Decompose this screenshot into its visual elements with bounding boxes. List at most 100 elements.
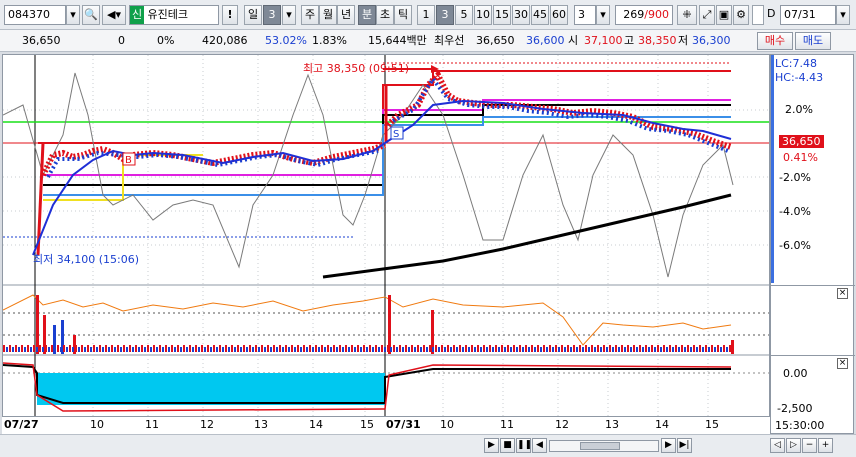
change-percent: 0% <box>157 34 175 47</box>
minute-3-button[interactable]: 3 <box>436 5 454 25</box>
trade-amount: 15,644백만 <box>368 34 427 47</box>
date-input[interactable]: 07/31 <box>780 5 836 25</box>
zoom-plus-icon[interactable]: + <box>818 438 833 453</box>
sell-button[interactable]: 매도 <box>795 32 831 50</box>
date-checkbox[interactable] <box>752 5 764 25</box>
hour-label: 10 <box>440 418 454 431</box>
stock-name: 유진테크 <box>147 8 188 21</box>
period-day-button[interactable]: 일 <box>244 5 262 25</box>
period-dropdown-icon[interactable]: ▾ <box>282 5 296 25</box>
period-number-button[interactable]: 3 <box>263 5 281 25</box>
volume-ratio: 53.02% <box>265 34 307 47</box>
hour-label: 14 <box>309 418 323 431</box>
period-tick-button[interactable]: 틱 <box>394 5 412 25</box>
volume-pane-grid <box>3 312 769 336</box>
sound-icon[interactable]: ◀▾ <box>102 5 126 25</box>
best-bid: 36,600 <box>526 34 565 47</box>
stock-code-input[interactable]: 084370 <box>4 5 66 25</box>
hour-label: 11 <box>500 418 514 431</box>
market-badge: 신 <box>130 6 144 24</box>
count-input[interactable]: 269/900 <box>615 5 673 25</box>
pct-label-neg2: -2.0% <box>779 171 811 184</box>
interval-input[interactable]: 3 <box>574 5 596 25</box>
stop-icon[interactable]: ■ <box>500 438 515 453</box>
stock-code-value: 084370 <box>8 8 50 21</box>
hour-label: 10 <box>90 418 104 431</box>
scroll-thumb[interactable] <box>580 442 620 450</box>
minute-5-button[interactable]: 5 <box>455 5 473 25</box>
low-label: 저 <box>678 34 689 47</box>
best-label: 최우선 <box>434 34 465 47</box>
hour-label: 15 <box>705 418 719 431</box>
period-year-button[interactable]: 년 <box>337 5 355 25</box>
axis-divider-1 <box>771 285 855 286</box>
play-icon[interactable]: ▶ <box>484 438 499 453</box>
pct-label-neg4: -4.0% <box>779 205 811 218</box>
period-week-button[interactable]: 주 <box>301 5 319 25</box>
scroll-left-icon[interactable]: ◀ <box>532 438 547 453</box>
alert-button[interactable]: ! <box>222 5 238 25</box>
open-price: 37,100 <box>584 34 623 47</box>
current-price-tag: 36,650 <box>779 135 824 148</box>
minute-60-button[interactable]: 60 <box>550 5 568 25</box>
hour-label: 13 <box>605 418 619 431</box>
interval-dropdown-icon[interactable]: ▾ <box>596 5 610 25</box>
scroll-end-icon[interactable]: ▶| <box>677 438 692 453</box>
current-pct-label: 0.41% <box>783 151 818 164</box>
minute-15-button[interactable]: 15 <box>493 5 511 25</box>
zoom-in-icon[interactable]: ▷ <box>786 438 801 453</box>
minute-10-button[interactable]: 10 <box>474 5 492 25</box>
scroll-right-icon[interactable]: ▶ <box>661 438 676 453</box>
chart-controls: ▶ ■ ❚❚ ◀ ▶ ▶| ◁ ▷ − + <box>0 434 856 457</box>
change: 0 <box>118 34 125 47</box>
minute-1-button[interactable]: 1 <box>417 5 435 25</box>
sell-signal-label: S <box>393 129 399 140</box>
time-axis: 07/27 10 11 12 13 14 15 07/31 10 11 12 1… <box>2 416 770 434</box>
lc-label: LC:7.48 <box>775 57 818 70</box>
hc-label: HC:-4.43 <box>775 71 824 84</box>
buy-button[interactable]: 매수 <box>757 32 793 50</box>
close-pane-icon-2[interactable]: × <box>837 358 848 369</box>
volume: 420,086 <box>202 34 248 47</box>
turnover: 1.83% <box>312 34 347 47</box>
quote-bar: 36,650 0 0% 420,086 53.02% 1.83% 15,644백… <box>0 30 856 52</box>
open-label: 시 <box>568 34 579 47</box>
pause-icon[interactable]: ❚❚ <box>516 438 532 453</box>
zoom-icon[interactable]: ⤢ <box>699 5 715 25</box>
save-icon[interactable]: ▣ <box>716 5 732 25</box>
osc-label-neg2500: -2,500 <box>777 402 813 415</box>
date-label-0727: 07/27 <box>4 418 39 431</box>
pct-label-neg6: -6.0% <box>779 239 811 252</box>
zoom-out-icon[interactable]: ◁ <box>770 438 785 453</box>
period-minute-button[interactable]: 분 <box>358 5 376 25</box>
stock-name-field[interactable]: 신 유진테크 <box>129 5 219 25</box>
long-ma-line <box>322 193 732 279</box>
volume-bars <box>3 295 734 354</box>
pct-label-2: 2.0% <box>785 103 813 116</box>
date-label-0731: 07/31 <box>386 418 421 431</box>
time-axis-label: 15:30:00 <box>775 419 825 432</box>
chart-canvas[interactable]: 최고 38,350 (09:51) 최저 34,100 (15:06) B S <box>2 54 770 434</box>
date-checkbox-label: D <box>767 7 776 20</box>
period-second-button[interactable]: 초 <box>376 5 394 25</box>
period-month-button[interactable]: 월 <box>319 5 337 25</box>
count-total: /900 <box>644 8 669 21</box>
zoom-minus-icon[interactable]: − <box>802 438 817 453</box>
axis-divider-2 <box>771 355 855 356</box>
hour-label: 12 <box>555 418 569 431</box>
toolbar: 084370 ▾ 🔍 ◀▾ 신 유진테크 ! 일 3 ▾ 주 월 년 분 초 틱… <box>0 0 856 30</box>
stock-code-dropdown-icon[interactable]: ▾ <box>66 5 80 25</box>
volume-oscillator-line <box>3 294 732 346</box>
minute-30-button[interactable]: 30 <box>512 5 530 25</box>
volume-accum-fill <box>37 373 385 405</box>
close-pane-icon[interactable]: × <box>837 288 848 299</box>
minute-45-button[interactable]: 45 <box>531 5 549 25</box>
chart-settings-icon[interactable]: ⁜ <box>677 5 697 25</box>
search-icon[interactable]: 🔍 <box>82 5 100 25</box>
gear-icon[interactable]: ⚙ <box>733 5 749 25</box>
low-note: 최저 34,100 (15:06) <box>33 253 139 266</box>
axis-scale-bar <box>771 55 774 283</box>
date-value: 07/31 <box>784 8 816 21</box>
calendar-dropdown-icon[interactable]: ▾ <box>836 5 850 25</box>
scroll-track[interactable] <box>549 440 659 452</box>
